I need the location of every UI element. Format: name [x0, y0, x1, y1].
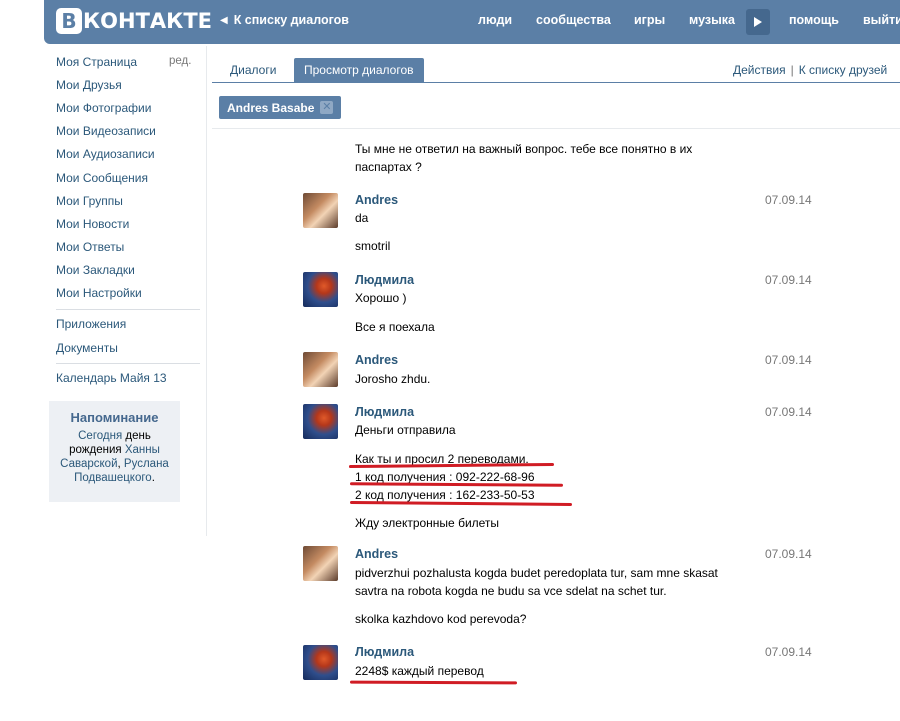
message-author[interactable]: Andres	[355, 193, 398, 207]
nav-help[interactable]: помощь	[789, 13, 839, 27]
sidebar-my-bookmarks[interactable]: Мои Закладки	[56, 263, 135, 277]
message-date: 07.09.14	[765, 547, 812, 561]
content-separator	[212, 128, 900, 129]
message-text: Деньги отправила	[355, 423, 456, 437]
message-text: Jorosho zhdu.	[355, 372, 431, 386]
actions-link[interactable]: Действия	[733, 63, 786, 77]
message-text: Хорошо )	[355, 291, 407, 305]
reminder-dot: .	[151, 472, 155, 484]
avatar[interactable]	[303, 404, 338, 439]
logo-letter: В	[56, 8, 82, 34]
sidebar-my-messages[interactable]: Мои Сообщения	[56, 171, 148, 185]
message-author[interactable]: Andres	[355, 547, 398, 561]
sidebar-my-photos[interactable]: Мои Фотографии	[56, 101, 151, 115]
message-date: 07.09.14	[765, 273, 812, 287]
back-chevron-icon: ◀	[220, 14, 228, 26]
close-icon[interactable]: ✕	[320, 101, 334, 114]
reminder-body: Сегодня день рождения Ханны Саварской, Р…	[49, 429, 180, 485]
red-underline-annotation	[349, 680, 518, 685]
tab-view-dialogs[interactable]: Просмотр диалогов	[294, 58, 424, 82]
avatar[interactable]	[303, 272, 338, 307]
to-friends-link[interactable]: К списку друзей	[799, 63, 888, 77]
nav-logout[interactable]: выйти	[863, 13, 900, 27]
message-text: pidverzhui pozhalusta kogda budet peredo…	[355, 566, 718, 580]
sidebar-my-settings[interactable]: Мои Настройки	[56, 286, 142, 300]
play-icon	[754, 17, 762, 27]
reminder-title: Напоминание	[70, 410, 159, 425]
nav-music[interactable]: музыка	[689, 13, 735, 27]
dialog-participant-chip: Andres Basabe ✕	[219, 96, 342, 119]
sidebar-apps[interactable]: Приложения	[56, 317, 126, 331]
message-text: skolka kazhdovo kod perevoda?	[355, 612, 527, 626]
message-text: smotril	[355, 239, 391, 253]
message-author[interactable]: Andres	[355, 353, 398, 367]
avatar[interactable]	[303, 546, 338, 581]
message-text: паспартах ?	[355, 160, 422, 174]
message-author[interactable]: Людмила	[355, 645, 414, 659]
chip-name[interactable]: Andres Basabe	[227, 101, 314, 115]
sidebar-my-groups[interactable]: Мои Группы	[56, 194, 123, 208]
red-underline-annotation	[349, 501, 573, 506]
birthday-reminder: Напоминание Сегодня день рождения Ханны …	[49, 401, 180, 502]
message-text: Жду электронные билеты	[355, 516, 500, 530]
content-left-border	[206, 46, 207, 536]
sidebar-divider	[56, 309, 200, 310]
tabs-underline	[212, 82, 900, 83]
reminder-comma: ,	[117, 458, 121, 470]
sidebar-my-news[interactable]: Мои Новости	[56, 217, 129, 231]
nav-communities[interactable]: сообщества	[536, 13, 611, 27]
logo-text: КОНТАКТЕ	[83, 9, 213, 33]
message-date: 07.09.14	[765, 193, 812, 207]
top-header: В КОНТАКТЕ ◀ К списку диалогов люди сооб…	[44, 0, 900, 44]
sidebar-calendar[interactable]: Календарь Майя 13	[56, 371, 167, 385]
message-text: Все я поехала	[355, 320, 435, 334]
message-date: 07.09.14	[765, 405, 812, 419]
message-text: Ты мне не ответил на важный вопрос. тебе…	[355, 142, 693, 156]
back-to-dialogs-link[interactable]: ◀ К списку диалогов	[220, 13, 349, 27]
sidebar-my-audio[interactable]: Мои Аудиозаписи	[56, 147, 155, 161]
sidebar-edit-link[interactable]: ред.	[169, 55, 191, 67]
message-date: 07.09.14	[765, 353, 812, 367]
tab-actions: Действия | К списку друзей	[733, 63, 887, 77]
music-play-button[interactable]	[746, 9, 770, 35]
avatar[interactable]	[303, 645, 338, 680]
avatar[interactable]	[303, 193, 338, 228]
tab-dialogs[interactable]: Диалоги	[220, 58, 286, 82]
nav-games[interactable]: игры	[634, 13, 665, 27]
sidebar-my-friends[interactable]: Мои Друзья	[56, 78, 122, 92]
message-date: 07.09.14	[765, 645, 812, 659]
message-text: savtra na robota kogda ne budu sa vce sd…	[355, 584, 667, 598]
message-text: da	[355, 211, 369, 225]
sidebar-my-answers[interactable]: Мои Ответы	[56, 240, 124, 254]
message-author[interactable]: Людмила	[355, 405, 414, 419]
sidebar-my-page[interactable]: Моя Страница	[56, 55, 137, 69]
message-text: 2248$ каждый перевод	[355, 664, 484, 678]
reminder-today-link[interactable]: Сегодня	[78, 430, 122, 442]
sidebar-my-videos[interactable]: Мои Видеозаписи	[56, 124, 156, 138]
actions-separator: |	[790, 63, 794, 77]
message-author[interactable]: Людмила	[355, 273, 414, 287]
vk-logo[interactable]: В КОНТАКТЕ	[56, 6, 212, 36]
avatar[interactable]	[303, 352, 338, 387]
nav-people[interactable]: люди	[478, 13, 512, 27]
sidebar-divider	[56, 363, 200, 364]
back-label: К списку диалогов	[233, 13, 349, 27]
sidebar-documents[interactable]: Документы	[56, 341, 118, 355]
